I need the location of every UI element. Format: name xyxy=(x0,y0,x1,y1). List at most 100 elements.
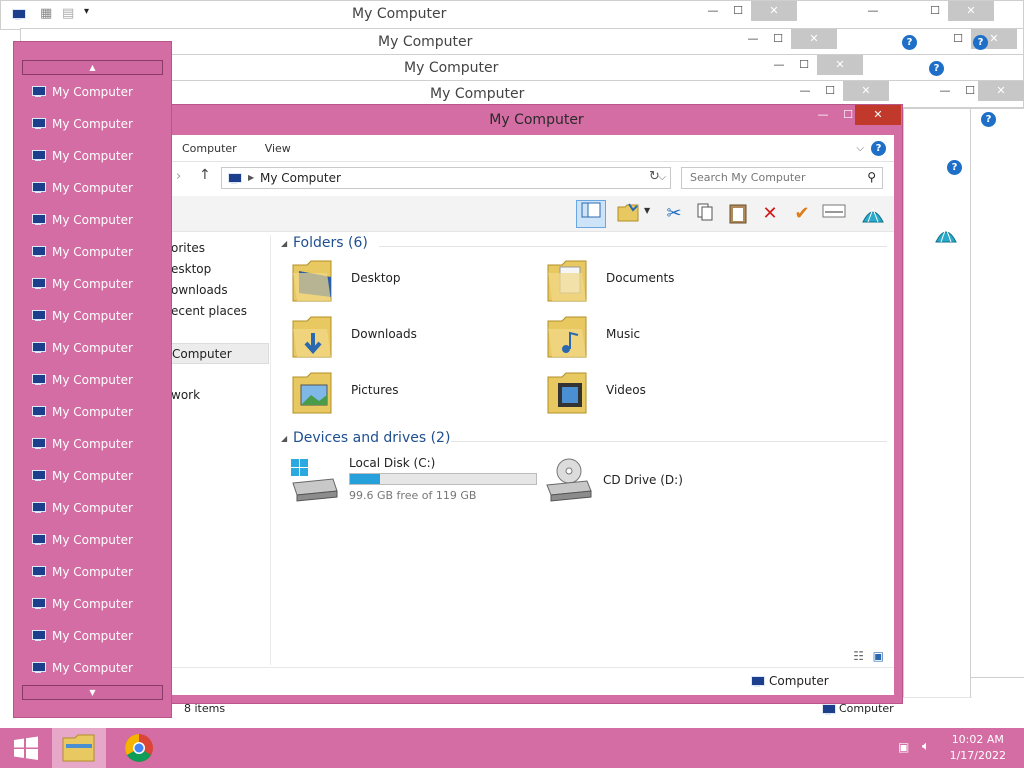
close-button[interactable]: ✕ xyxy=(948,1,994,21)
nav-item-computer[interactable]: Computer xyxy=(171,343,269,364)
jumplist-item[interactable]: My Computer xyxy=(30,210,133,230)
help-icon[interactable]: ? xyxy=(871,140,886,156)
search-icon[interactable]: ⚲ xyxy=(867,170,876,184)
title-bar[interactable]: My Computer — ☐ ✕ xyxy=(171,105,902,135)
close-button[interactable]: ✕ xyxy=(817,55,863,75)
folder-downloads[interactable]: Downloads xyxy=(291,313,531,363)
drive-d[interactable]: CD Drive (D:) xyxy=(543,457,783,507)
close-button[interactable]: ✕ xyxy=(791,29,837,49)
folder-music[interactable]: Music xyxy=(546,313,786,363)
jumplist-item[interactable]: My Computer xyxy=(30,562,133,582)
jumplist-item[interactable]: My Computer xyxy=(30,178,133,198)
breadcrumb[interactable]: My Computer xyxy=(260,171,341,185)
jumplist-item[interactable]: My Computer xyxy=(30,306,133,326)
devices-group-title[interactable]: Devices and drives (2) xyxy=(293,430,450,446)
large-icons-view-icon[interactable]: ▣ xyxy=(873,649,884,663)
file-explorer-button[interactable] xyxy=(52,728,106,768)
jumplist-item[interactable]: My Computer xyxy=(30,434,133,454)
computer-icon xyxy=(30,374,46,386)
jumplist-item[interactable]: My Computer xyxy=(30,594,133,614)
collapse-icon[interactable]: ◢ xyxy=(281,239,287,248)
divider xyxy=(451,441,887,442)
refresh-icon[interactable]: ↻ xyxy=(649,169,660,184)
shell-icon[interactable] xyxy=(861,202,885,226)
cut-icon[interactable]: ✂ xyxy=(662,202,686,226)
new-folder-icon[interactable]: ▤ xyxy=(62,6,74,21)
computer-icon xyxy=(30,566,46,578)
jumplist-item[interactable]: My Computer xyxy=(30,658,133,678)
tab-computer[interactable]: Computer xyxy=(168,142,251,155)
rename-icon[interactable]: ✔ xyxy=(790,202,814,226)
close-button[interactable]: ✕ xyxy=(978,81,1024,101)
computer-icon xyxy=(30,86,46,98)
jumplist-item[interactable]: My Computer xyxy=(30,626,133,646)
pane-divider[interactable] xyxy=(270,235,271,665)
jumplist-item[interactable]: My Computer xyxy=(30,370,133,390)
folder-documents[interactable]: Documents xyxy=(546,257,786,307)
preview-pane-icon[interactable] xyxy=(576,200,606,228)
jumplist-item[interactable]: My Computer xyxy=(30,402,133,422)
volume-muted-icon[interactable]: 🔈︎ xyxy=(922,739,930,754)
breadcrumb-arrow-icon[interactable]: ▶ xyxy=(248,168,254,188)
close-button[interactable]: ✕ xyxy=(751,1,797,21)
folder-videos[interactable]: Videos xyxy=(546,369,786,419)
nav-item-recent-places[interactable]: ecent places xyxy=(171,301,269,322)
folders-group-title[interactable]: Folders (6) xyxy=(293,235,368,251)
jumplist-item[interactable]: My Computer xyxy=(30,274,133,294)
scroll-up-button[interactable]: ▲ xyxy=(22,60,163,75)
chevron-down-icon[interactable]: ▼ xyxy=(644,206,650,215)
folder-desktop[interactable]: Desktop xyxy=(291,257,531,307)
nav-item-downloads[interactable]: ownloads xyxy=(171,280,269,301)
computer-icon[interactable] xyxy=(10,9,26,21)
clock-date: 1/17/2022 xyxy=(949,749,1006,762)
help-icon[interactable]: ? xyxy=(929,61,944,76)
start-button[interactable] xyxy=(4,728,48,768)
shell-icon[interactable] xyxy=(933,220,959,246)
jumplist-item[interactable]: My Computer xyxy=(30,242,133,262)
close-button[interactable]: ✕ xyxy=(843,81,889,101)
jumplist-item[interactable]: My Computer xyxy=(30,146,133,166)
back-icon[interactable]: › xyxy=(176,169,181,184)
windows-logo-icon xyxy=(14,736,38,760)
paste-icon[interactable] xyxy=(726,202,750,226)
jumplist-item[interactable]: My Computer xyxy=(30,338,133,358)
folder-options-icon[interactable] xyxy=(616,202,640,226)
scroll-down-button[interactable]: ▼ xyxy=(22,685,163,700)
folder-pictures[interactable]: Pictures xyxy=(291,369,531,419)
jumplist-item[interactable]: My Computer xyxy=(30,466,133,486)
address-bar[interactable]: ▶ My Computer ⌵ xyxy=(221,167,671,189)
copy-icon[interactable] xyxy=(693,202,717,226)
network-icon[interactable]: ▣ xyxy=(898,740,909,754)
storage-bar-fill xyxy=(350,474,381,484)
chevron-down-icon[interactable]: ▾ xyxy=(84,6,89,17)
jumplist-item[interactable]: My Computer xyxy=(30,82,133,102)
help-icon[interactable]: ? xyxy=(973,35,988,50)
properties-icon[interactable]: ▦ xyxy=(40,6,52,21)
search-input[interactable]: Search My Computer ⚲ xyxy=(681,167,883,189)
help-icon[interactable]: ? xyxy=(947,160,962,175)
details-view-icon[interactable]: ☷ xyxy=(853,649,864,663)
tab-view[interactable]: View xyxy=(251,142,305,155)
jumplist-item[interactable]: My Computer xyxy=(30,498,133,518)
computer-icon xyxy=(30,278,46,290)
collapse-icon[interactable]: ◢ xyxy=(281,434,287,443)
help-icon[interactable]: ? xyxy=(902,35,917,50)
drive-c[interactable]: Local Disk (C:) 99.6 GB free of 119 GB xyxy=(289,456,539,507)
jumplist-item[interactable]: My Computer xyxy=(30,530,133,550)
nav-item-network[interactable]: work xyxy=(171,385,269,406)
computer-icon xyxy=(30,406,46,418)
jumplist-item[interactable]: My Computer xyxy=(30,114,133,134)
properties-icon[interactable] xyxy=(822,202,846,226)
chevron-down-icon[interactable]: ⌵ xyxy=(856,143,864,154)
nav-item-favorites[interactable]: orites xyxy=(171,238,269,259)
jumplist-item-label: My Computer xyxy=(52,213,133,227)
up-arrow-icon[interactable]: ↑ xyxy=(199,167,211,183)
minimize-button[interactable]: — xyxy=(851,1,895,21)
close-button[interactable]: ✕ xyxy=(855,105,901,125)
help-icon[interactable]: ? xyxy=(981,112,996,127)
delete-icon[interactable]: ✕ xyxy=(758,202,782,226)
clock[interactable]: 10:02 AM 1/17/2022 xyxy=(950,732,1006,764)
nav-item-desktop[interactable]: esktop xyxy=(171,259,269,280)
explorer-window: My Computer — ☐ ✕ Computer View ⌵ ? › ↑ … xyxy=(170,104,903,704)
chrome-button[interactable] xyxy=(112,728,166,768)
